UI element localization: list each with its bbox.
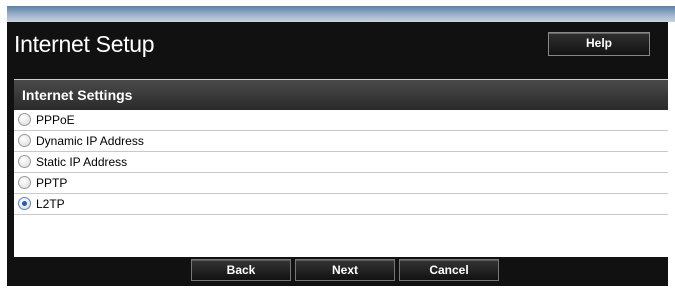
option-label: Dynamic IP Address — [36, 134, 144, 148]
option-l2tp[interactable]: L2TP — [14, 194, 668, 215]
option-static-ip[interactable]: Static IP Address — [14, 152, 668, 173]
radio-pppoe[interactable] — [18, 113, 31, 126]
option-pptp[interactable]: PPTP — [14, 173, 668, 194]
option-pppoe[interactable]: PPPoE — [14, 110, 668, 131]
option-label: L2TP — [36, 197, 65, 211]
radio-static-ip[interactable] — [18, 155, 31, 168]
section-title: Internet Settings — [22, 87, 133, 103]
router-setup-page: Internet Setup Help Internet Settings PP… — [0, 0, 675, 288]
option-dynamic-ip[interactable]: Dynamic IP Address — [14, 131, 668, 152]
back-button[interactable]: Back — [191, 259, 291, 281]
section-header: Internet Settings — [14, 79, 668, 110]
help-button[interactable]: Help — [548, 32, 650, 56]
option-label: Static IP Address — [36, 155, 128, 169]
radio-selected-dot — [22, 201, 27, 206]
radio-pptp[interactable] — [18, 176, 31, 189]
top-gradient-bar — [7, 6, 675, 22]
option-label: PPPoE — [36, 113, 75, 127]
cancel-button[interactable]: Cancel — [399, 259, 499, 281]
option-label: PPTP — [36, 176, 68, 190]
next-button[interactable]: Next — [295, 259, 395, 281]
radio-dynamic-ip[interactable] — [18, 134, 31, 147]
page-title: Internet Setup — [14, 31, 155, 57]
radio-l2tp[interactable] — [18, 197, 31, 210]
button-bar: Back Next Cancel — [14, 257, 668, 281]
content-spacer — [14, 215, 668, 257]
